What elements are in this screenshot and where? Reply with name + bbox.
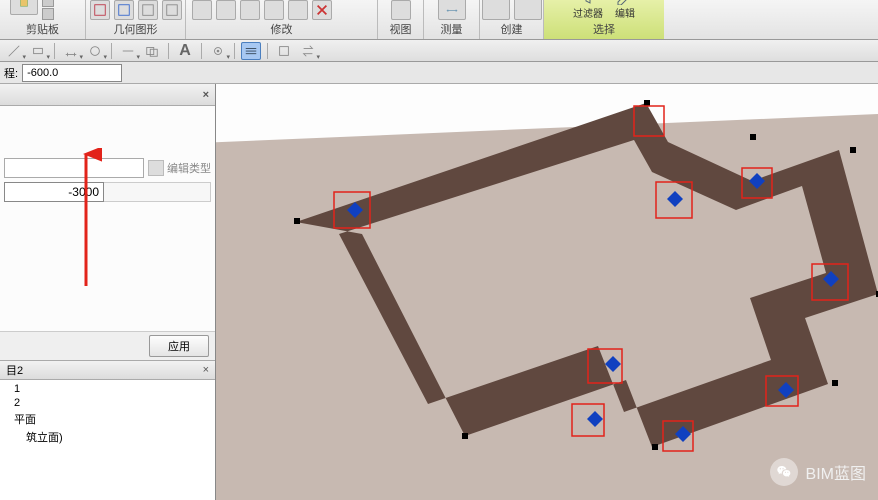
project-browser-close-icon[interactable]: × [203, 364, 209, 376]
geometry-btn-3[interactable] [138, 0, 158, 20]
ribbon-group-create-label: 创建 [501, 21, 523, 37]
scale-button[interactable] [264, 0, 284, 20]
offset-button[interactable] [192, 0, 212, 20]
overlay-btn[interactable] [142, 42, 162, 60]
edit-type-button[interactable]: 编辑类型 [148, 160, 211, 176]
wall-dd[interactable] [28, 42, 48, 60]
tree-item[interactable]: 1 [0, 382, 215, 396]
mirror-button[interactable] [216, 0, 236, 20]
offset-value-track [104, 182, 211, 202]
main-area: × 编辑类型 应用 目2 × [0, 84, 878, 500]
ribbon-group-select: 过滤器 编辑 选择 [544, 0, 664, 39]
geometry-btn-1[interactable] [90, 0, 110, 20]
paste-button[interactable] [10, 0, 38, 15]
project-browser-body: 1 2 平面 筑立面) [0, 380, 215, 500]
view-dd[interactable] [208, 42, 228, 60]
options-elevation-input[interactable] [22, 64, 122, 82]
tree-item[interactable]: 2 [0, 396, 215, 410]
geometry-btn-4[interactable] [162, 0, 182, 20]
geometry-btn-2[interactable] [114, 0, 134, 20]
ribbon: 剪切 剪贴板 几何图形 [0, 0, 878, 40]
apply-button[interactable]: 应用 [149, 335, 209, 357]
create-button-1[interactable] [482, 0, 510, 20]
ribbon-group-create: 创建 [480, 0, 544, 39]
ribbon-group-geometry-label: 几何图形 [114, 21, 158, 37]
ribbon-group-clipboard: 剪切 剪贴板 [0, 0, 86, 39]
ribbon-group-modify: 修改 [186, 0, 378, 39]
options-bar: 程: [0, 62, 878, 84]
apply-row: 应用 [0, 331, 215, 360]
type-selector-dropdown[interactable] [4, 158, 144, 178]
edit-type-label: 编辑类型 [167, 160, 211, 176]
create-button-2[interactable] [514, 0, 542, 20]
switch-dd[interactable] [298, 42, 318, 60]
options-label: 程: [4, 65, 18, 81]
ribbon-group-select-label: 选择 [593, 21, 615, 37]
ref-dd[interactable] [118, 42, 138, 60]
ribbon-group-geometry: 几何图形 [86, 0, 186, 39]
edit-label: 编辑 [615, 5, 635, 20]
drawing-canvas[interactable] [216, 84, 878, 500]
project-browser-title: 目2 [6, 362, 23, 378]
text-btn[interactable]: A [175, 42, 195, 60]
array-button[interactable] [240, 0, 260, 20]
modify-dd[interactable] [4, 42, 24, 60]
canvas-wrap: BIM蓝图 [216, 84, 878, 500]
secondary-toolbar: A [0, 40, 878, 62]
delete-button[interactable] [312, 0, 332, 20]
grid-dd[interactable] [85, 42, 105, 60]
tree-item[interactable]: 平面 [0, 410, 215, 428]
project-browser-title-bar: 目2 × [0, 360, 215, 380]
offset-value-input[interactable] [4, 182, 104, 202]
edit-type-icon [148, 160, 164, 176]
match-button[interactable] [42, 8, 75, 20]
ribbon-group-clipboard-label: 剪贴板 [26, 21, 59, 37]
view-btn[interactable] [391, 0, 411, 20]
ribbon-group-measure-label: 测量 [441, 21, 463, 37]
properties-close-icon[interactable]: × [203, 89, 209, 101]
properties-body: 编辑类型 [0, 106, 215, 331]
ribbon-group-view-label: 视图 [390, 21, 412, 37]
tree-item[interactable]: 筑立面) [0, 428, 215, 446]
properties-title-bar: × [0, 84, 215, 106]
copy-button[interactable] [42, 0, 75, 7]
level-dd[interactable] [61, 42, 81, 60]
measure-button[interactable] [438, 0, 466, 20]
thin-lines-btn[interactable] [241, 42, 261, 60]
ribbon-group-modify-label: 修改 [271, 21, 293, 37]
properties-panel: × 编辑类型 应用 目2 × [0, 84, 216, 500]
ribbon-group-measure: 测量 [424, 0, 480, 39]
close-hidden-btn[interactable] [274, 42, 294, 60]
pin-button[interactable] [288, 0, 308, 20]
ribbon-group-view: 视图 [378, 0, 424, 39]
filter-label: 过滤器 [573, 5, 603, 20]
